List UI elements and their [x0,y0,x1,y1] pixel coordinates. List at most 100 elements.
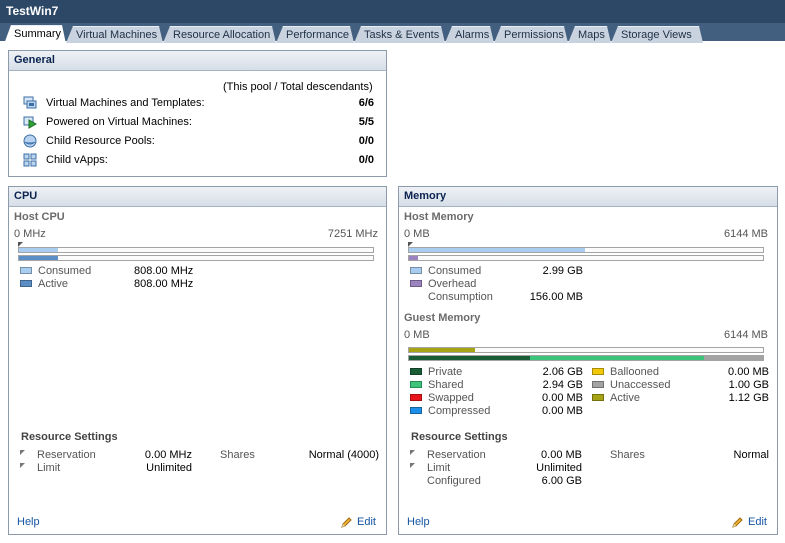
tab-permissions[interactable]: Permissions [494,26,568,43]
general-value-child-vapps: 0/0 [358,154,374,166]
host-memory-consumed-swatch [410,267,422,274]
memory-resource-settings-title: Resource Settings [411,431,508,443]
cpu-limit-label: Limit [37,462,61,474]
host-memory-consumption-value: 156.00 MB [529,291,583,303]
cpu-active-label: Active [38,278,68,290]
guest-ballooned-label: Ballooned [610,366,659,378]
tab-strip: Summary Virtual Machines Resource Alloca… [0,23,785,43]
tab-maps[interactable]: Maps [568,26,611,43]
general-label-child-vapps: Child vApps: [46,154,108,166]
guest-shared-swatch [410,381,422,388]
cpu-limit-icon [20,463,25,468]
window-title: TestWin7 [0,0,785,23]
guest-compressed-swatch [410,407,422,414]
tab-virtual-machines[interactable]: Virtual Machines [66,26,163,43]
vm-templates-icon [23,96,37,109]
cpu-resource-settings-title: Resource Settings [21,431,118,443]
tab-summary[interactable]: Summary [4,25,66,44]
pencil-icon[interactable] [340,516,353,529]
general-value-powered-on: 5/5 [358,116,374,128]
general-note: (This pool / Total descendants) [223,81,373,93]
general-label-powered-on: Powered on Virtual Machines: [46,116,192,128]
tab-performance[interactable]: Performance [276,26,354,43]
cpu-active-value: 808.00 MHz [134,278,194,290]
cpu-reservation-value: 0.00 MHz [144,449,192,461]
tab-alarms[interactable]: Alarms [445,26,494,43]
cpu-active-fill [19,256,59,260]
memory-reservation-label: Reservation [427,449,486,461]
guest-swapped-swatch [410,394,422,401]
tab-tasks-events[interactable]: Tasks & Events [354,26,445,43]
memory-configured-label: Configured [427,475,481,487]
cpu-limit-value: Unlimited [146,462,192,474]
memory-configured-value: 6.00 GB [541,475,582,487]
cpu-max-label: 7251 MHz [327,228,378,240]
host-memory-consumption-label: Consumption [428,291,493,303]
cpu-consumed-swatch [20,267,32,274]
memory-edit-link[interactable]: Edit [748,516,767,528]
general-label-vms: Virtual Machines and Templates: [46,97,205,109]
guest-unaccessed-swatch [592,381,604,388]
memory-reservation-icon [410,450,415,455]
cpu-edit-link[interactable]: Edit [357,516,376,528]
guest-ballooned-value: 0.00 MB [728,366,769,378]
host-memory-consumed-fill [409,248,586,252]
guest-active-label: Active [610,392,640,404]
tab-storage-views[interactable]: Storage Views [611,26,703,43]
cpu-min-label: 0 MHz [14,228,46,240]
general-value-child-pools: 0/0 [358,135,374,147]
memory-help-link[interactable]: Help [407,516,430,528]
general-header: General [9,51,386,71]
guest-ballooned-swatch [592,368,604,375]
host-memory-consumed-value: 2.99 GB [542,265,583,277]
host-memory-overhead-swatch [410,280,422,287]
cpu-active-bar [18,255,374,261]
general-value-vms: 6/6 [358,97,374,109]
summary-content: General (This pool / Total descendants) … [0,45,785,543]
memory-panel: Memory Host Memory 0 MB 6144 MB Consumed… [398,186,778,535]
cpu-consumed-bar [18,247,374,253]
guest-active-swatch [592,394,604,401]
guest-memory-max-label: 6144 MB [723,329,768,341]
host-memory-title: Host Memory [404,211,474,223]
guest-memory-unaccessed-fill [703,356,763,360]
host-memory-overhead-fill [409,256,418,260]
guest-unaccessed-value: 1.00 GB [728,379,769,391]
guest-swapped-value: 0.00 MB [542,392,583,404]
cpu-panel: CPU Host CPU 0 MHz 7251 MHz Consumed 808… [8,186,387,535]
guest-private-label: Private [428,366,463,378]
guest-unaccessed-label: Unaccessed [610,379,671,391]
memory-header: Memory [399,187,777,207]
guest-compressed-value: 0.00 MB [542,405,583,417]
guest-active-value: 1.12 GB [728,392,769,404]
host-cpu-title: Host CPU [14,211,65,223]
guest-compressed-label: Compressed [428,405,491,417]
guest-private-value: 2.06 GB [542,366,583,378]
memory-limit-icon [410,463,415,468]
guest-shared-label: Shared [428,379,464,391]
cpu-consumed-label: Consumed [38,265,92,277]
cpu-shares-value: Normal (4000) [308,449,379,461]
guest-memory-active-bar [408,347,764,353]
cpu-reservation-icon [20,450,25,455]
cpu-help-link[interactable]: Help [17,516,40,528]
host-memory-consumed-bar [408,247,764,253]
guest-shared-value: 2.94 GB [542,379,583,391]
guest-memory-active-fill [409,348,476,352]
memory-shares-value: Normal [733,449,769,461]
cpu-consumed-value: 808.00 MHz [134,265,194,277]
guest-memory-breakdown-bar [408,355,764,361]
host-memory-overhead-label: Overhead [428,278,477,290]
memory-shares-label: Shares [610,449,645,461]
general-label-child-pools: Child Resource Pools: [46,135,155,147]
pencil-icon[interactable] [731,516,744,529]
guest-memory-min-label: 0 MB [404,329,430,341]
cpu-header: CPU [9,187,386,207]
vapp-icon [23,153,37,167]
guest-swapped-label: Swapped [428,392,474,404]
guest-memory-shared-fill [530,356,704,360]
resource-pool-icon [23,134,37,148]
tab-resource-allocation[interactable]: Resource Allocation [163,26,276,43]
guest-memory-private-fill [409,356,531,360]
general-panel: General (This pool / Total descendants) … [8,50,387,177]
